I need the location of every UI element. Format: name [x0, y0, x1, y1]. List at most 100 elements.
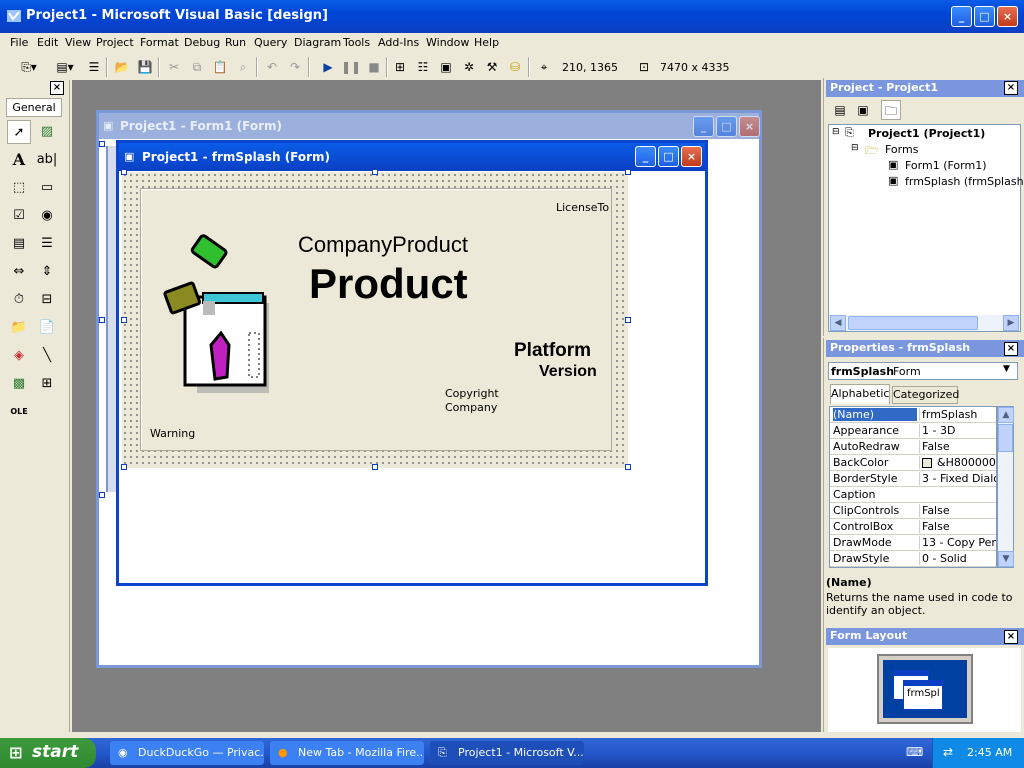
frame-tool-icon[interactable]: ⬚	[7, 176, 31, 200]
scroll-up-icon[interactable]: ▲	[998, 407, 1014, 423]
chevron-down-icon[interactable]: ▼	[1003, 364, 1010, 374]
image-tool-icon[interactable]: ▩	[7, 372, 31, 396]
minimize-button[interactable]: _	[951, 6, 972, 27]
menu-format[interactable]: Format	[140, 36, 179, 49]
dirlistbox-tool-icon[interactable]: 📁	[7, 316, 31, 340]
property-row[interactable]: ControlBox False	[830, 519, 996, 535]
label-tool-icon[interactable]: A	[7, 148, 31, 172]
drivelistbox-tool-icon[interactable]: ⊟	[35, 288, 59, 312]
form1-close-button[interactable]: ×	[739, 116, 760, 137]
shape-tool-icon[interactable]: ◈	[7, 344, 31, 368]
redo-icon[interactable]: ↷	[285, 57, 305, 77]
collapse-icon[interactable]: ⊟	[851, 143, 859, 153]
textbox-tool-icon[interactable]: ab|	[35, 148, 59, 172]
data-view-icon[interactable]: ⛁	[505, 57, 525, 77]
start-button[interactable]: ⊞ start	[0, 738, 96, 768]
selection-handle[interactable]	[99, 317, 105, 323]
property-row[interactable]: BackColor&H8000000F	[830, 455, 996, 471]
frmsplash-close-button[interactable]: ×	[681, 146, 702, 167]
property-row[interactable]: AutoRedraw False	[830, 439, 996, 455]
project-node[interactable]: Project1 (Project1)	[868, 127, 985, 140]
tab-alphabetic[interactable]: Alphabetic	[830, 384, 890, 404]
taskbar-item-firefox[interactable]: ● New Tab - Mozilla Fire...	[270, 741, 424, 765]
close-button[interactable]: ×	[997, 6, 1018, 27]
tab-categorized[interactable]: Categorized	[892, 386, 959, 404]
tree-item-frmsplash[interactable]: frmSplash (frmSplash)	[905, 175, 1024, 188]
property-row[interactable]: DrawMode 13 - Copy Pen	[830, 535, 996, 551]
combobox-tool-icon[interactable]: ▤	[7, 232, 31, 256]
menu-file[interactable]: File	[10, 36, 28, 49]
add-form-icon[interactable]: ▤▾	[50, 57, 80, 77]
filelistbox-tool-icon[interactable]: 📄	[35, 316, 59, 340]
scroll-thumb[interactable]	[998, 424, 1013, 452]
property-row[interactable]: DrawStyle 0 - Solid	[830, 551, 996, 567]
maximize-button[interactable]: □	[974, 6, 995, 27]
frmsplash-minimize-button[interactable]: _	[635, 146, 656, 167]
selection-handle[interactable]	[372, 464, 378, 470]
selection-handle[interactable]	[625, 169, 631, 175]
pointer-tool-icon[interactable]: ➚	[7, 120, 31, 144]
form1-maximize-button[interactable]: □	[716, 116, 737, 137]
optionbutton-tool-icon[interactable]: ◉	[35, 204, 59, 228]
app-title-bar[interactable]: Project1 - Microsoft Visual Basic [desig…	[0, 0, 1024, 33]
splash-inner-frame[interactable]: LicenseTo CompanyProduct Product Platfor…	[140, 188, 612, 451]
property-scrollbar[interactable]: ▲ ▼	[997, 406, 1014, 568]
form1-minimize-button[interactable]: _	[693, 116, 714, 137]
property-row[interactable]: Caption	[830, 487, 996, 503]
undo-icon[interactable]: ↶	[262, 57, 282, 77]
menu-window[interactable]: Window	[426, 36, 469, 49]
menu-diagram[interactable]: Diagram	[294, 36, 341, 49]
listbox-tool-icon[interactable]: ☰	[35, 232, 59, 256]
frmsplash-preview[interactable]: frmSpl	[903, 680, 943, 710]
properties-window-icon[interactable]: ☷	[413, 57, 433, 77]
menu-view[interactable]: View	[65, 36, 91, 49]
frmsplash-title-bar[interactable]: ▣ Project1 - frmSplash (Form) _ □ ×	[119, 143, 705, 171]
menu-project[interactable]: Project	[96, 36, 134, 49]
network-icon[interactable]: ⇄	[943, 745, 953, 759]
property-row[interactable]: ClipControls False	[830, 503, 996, 519]
object-selector-dropdown[interactable]: frmSplash Form ▼	[828, 362, 1018, 380]
start-icon[interactable]: ▶	[318, 57, 338, 77]
tree-item-form1[interactable]: Form1 (Form1)	[905, 159, 987, 172]
form1-title-bar[interactable]: ▣ Project1 - Form1 (Form) _ □ ×	[99, 113, 760, 139]
form-layout-icon[interactable]: ▣	[436, 57, 456, 77]
menu-editor-icon[interactable]: ☰	[84, 57, 104, 77]
scroll-thumb[interactable]	[848, 316, 978, 330]
selection-handle[interactable]	[99, 141, 105, 147]
data-tool-icon[interactable]: ⊞	[35, 372, 59, 396]
menu-query[interactable]: Query	[254, 36, 287, 49]
object-browser-icon[interactable]: ✲	[459, 57, 479, 77]
frmsplash-maximize-button[interactable]: □	[658, 146, 679, 167]
taskbar-item-duckduckgo[interactable]: ◉ DuckDuckGo — Privac...	[110, 741, 264, 765]
hscrollbar-tool-icon[interactable]: ⇔	[7, 260, 31, 284]
end-icon[interactable]: ■	[364, 57, 384, 77]
forms-folder-node[interactable]: Forms	[885, 143, 918, 156]
menu-add-ins[interactable]: Add-Ins	[378, 36, 419, 49]
properties-close-icon[interactable]: ×	[1004, 342, 1018, 356]
property-row[interactable]: (Name) frmSplash	[830, 407, 996, 423]
taskbar-item-vb[interactable]: ⎘ Project1 - Microsoft V...	[430, 741, 584, 765]
selection-handle[interactable]	[121, 464, 127, 470]
scroll-left-icon[interactable]: ◀	[830, 315, 846, 331]
paste-icon[interactable]: 📋	[210, 57, 230, 77]
checkbox-tool-icon[interactable]: ☑	[7, 204, 31, 228]
toolbox-tab-general[interactable]: General	[6, 98, 62, 117]
view-object-icon[interactable]: ▣	[853, 100, 873, 120]
find-icon[interactable]: ⌕	[233, 57, 253, 77]
scroll-down-icon[interactable]: ▼	[998, 551, 1014, 567]
tree-horizontal-scrollbar[interactable]: ◀ ▶	[829, 315, 1020, 331]
cut-icon[interactable]: ✂	[164, 57, 184, 77]
add-project-icon[interactable]: ⎘▾	[14, 57, 44, 77]
menu-run[interactable]: Run	[225, 36, 246, 49]
menu-edit[interactable]: Edit	[37, 36, 58, 49]
open-project-icon[interactable]: 📂	[112, 57, 132, 77]
selection-handle[interactable]	[99, 492, 105, 498]
project-explorer-close-icon[interactable]: ×	[1004, 81, 1018, 95]
selection-handle[interactable]	[625, 317, 631, 323]
collapse-icon[interactable]: ⊟	[832, 127, 840, 137]
property-row[interactable]: Appearance 1 - 3D	[830, 423, 996, 439]
form-layout-close-icon[interactable]: ×	[1004, 630, 1018, 644]
selection-handle[interactable]	[121, 317, 127, 323]
project-explorer-icon[interactable]: ⊞	[390, 57, 410, 77]
toggle-folders-icon[interactable]: 🗀	[881, 100, 901, 120]
